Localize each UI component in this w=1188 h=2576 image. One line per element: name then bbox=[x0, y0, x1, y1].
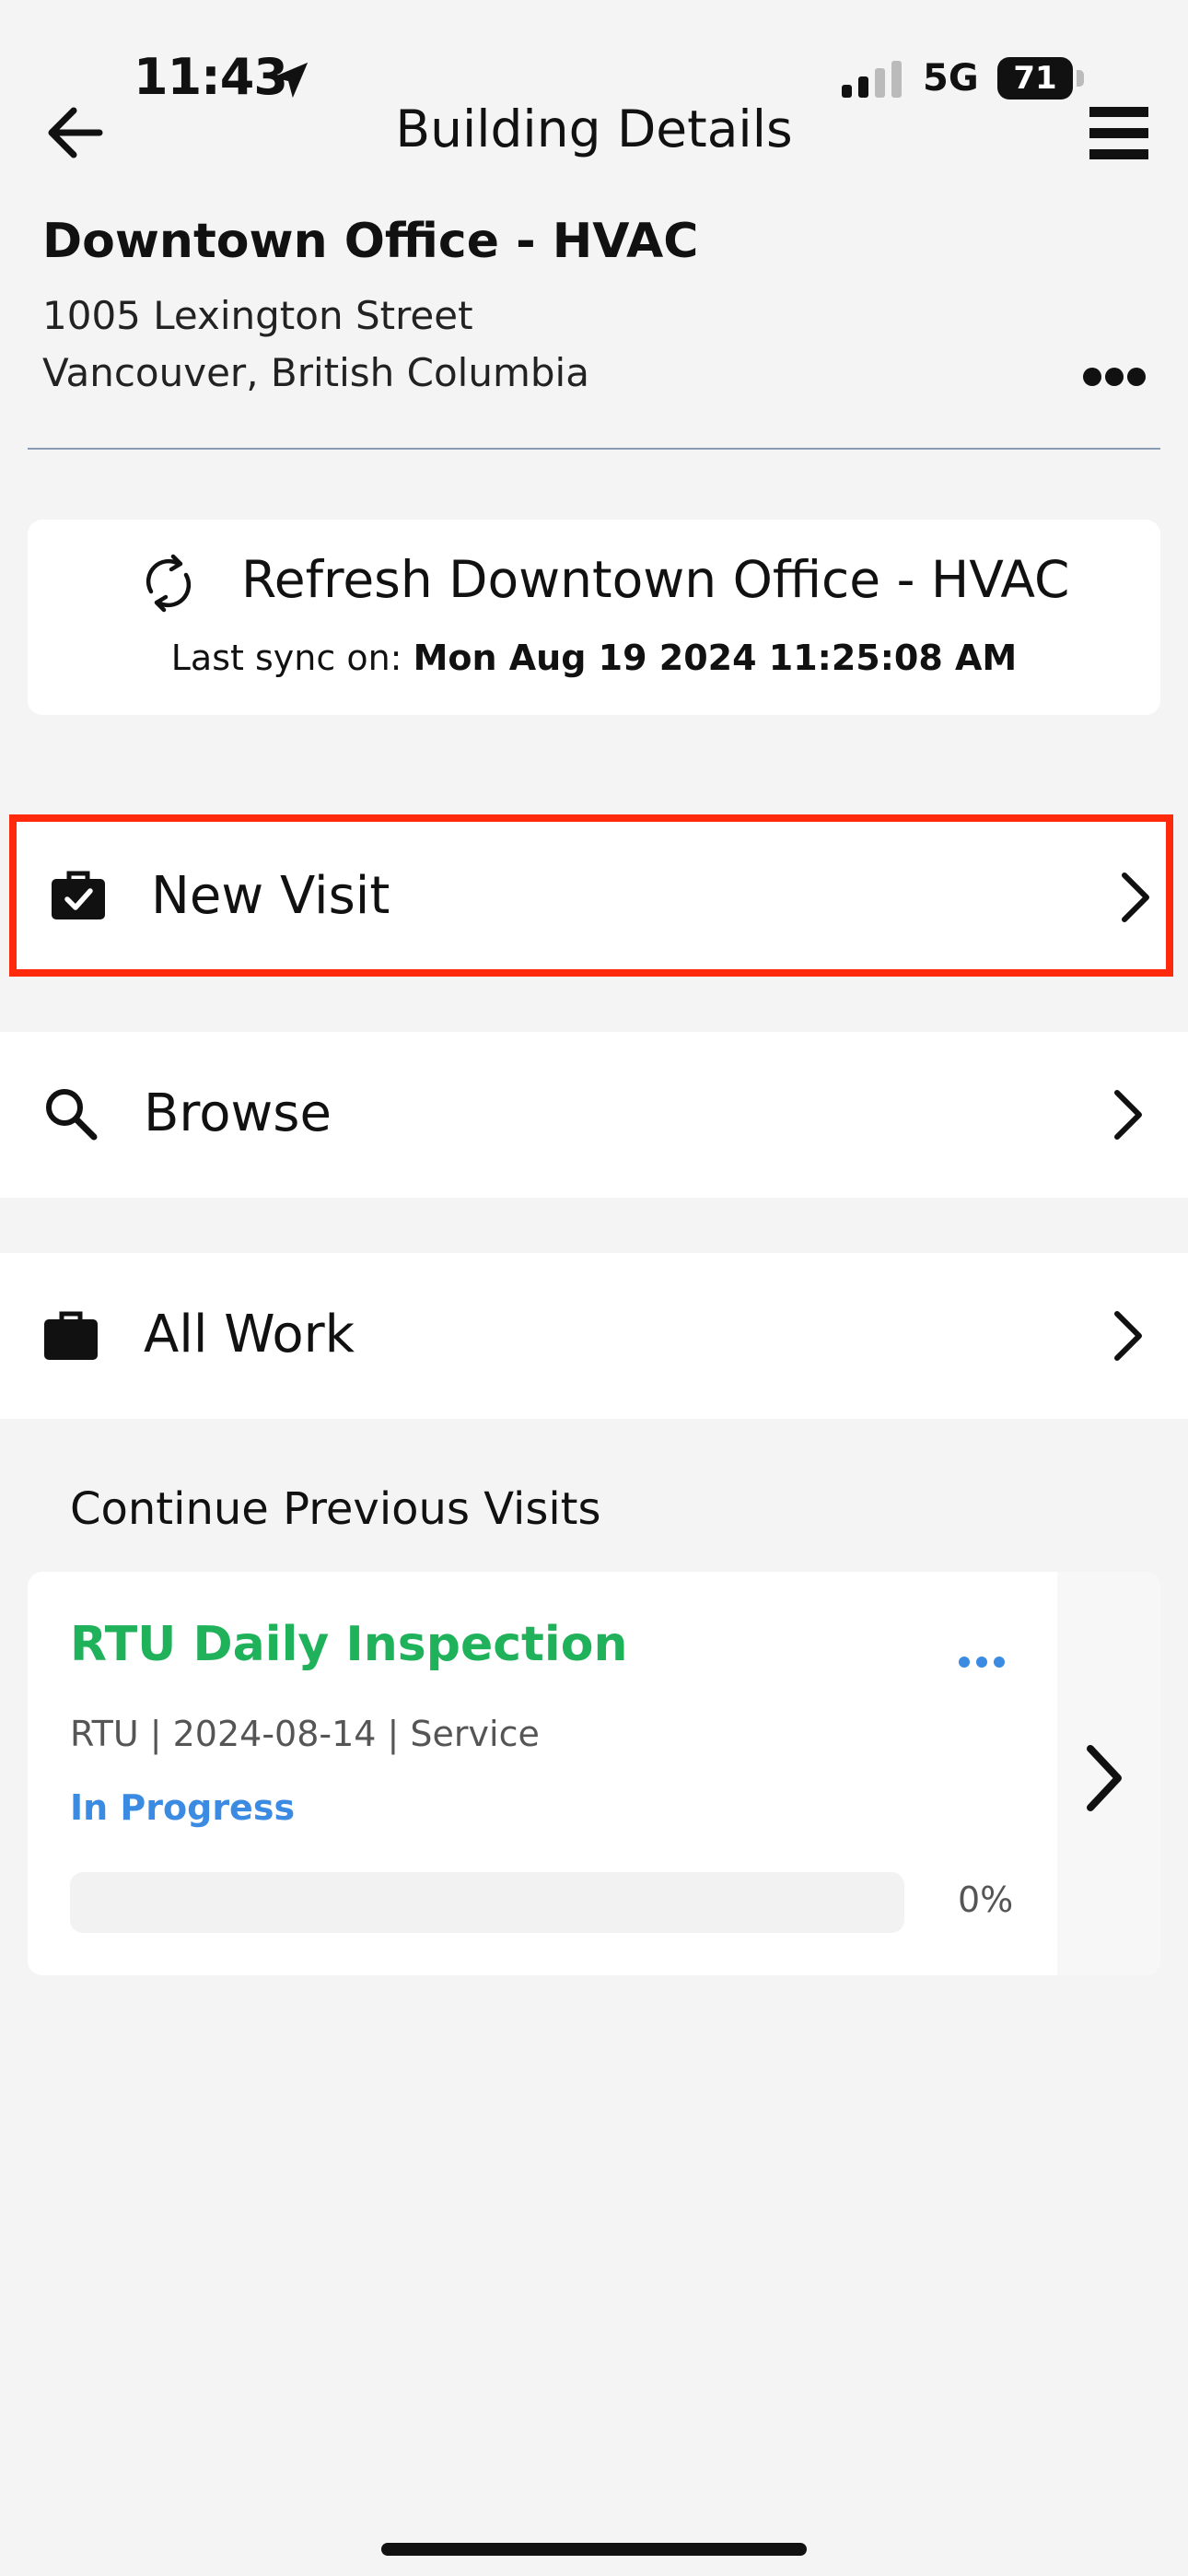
address-line-2: Vancouver, British Columbia bbox=[42, 350, 589, 395]
visit-meta: RTU | 2024-08-14 | Service bbox=[70, 1714, 540, 1754]
battery-level: 71 bbox=[997, 57, 1073, 100]
all-work-row[interactable]: All Work bbox=[0, 1253, 1188, 1419]
last-sync-prefix: Last sync on: bbox=[170, 638, 402, 678]
briefcase-icon bbox=[44, 1311, 98, 1360]
chevron-right-icon bbox=[1114, 1090, 1142, 1140]
section-title-previous-visits: Continue Previous Visits bbox=[70, 1483, 601, 1535]
cellular-signal-icon bbox=[842, 61, 902, 98]
hamburger-menu-icon[interactable] bbox=[1089, 105, 1148, 162]
network-type: 5G bbox=[923, 57, 979, 100]
browse-label: Browse bbox=[144, 1083, 332, 1143]
visit-more-options-icon[interactable] bbox=[958, 1655, 1006, 1669]
chevron-right-icon bbox=[1114, 1311, 1142, 1361]
location-arrow-icon bbox=[272, 62, 309, 99]
refresh-icon bbox=[146, 554, 192, 613]
building-name: Downtown Office - HVAC bbox=[42, 214, 699, 269]
more-options-icon[interactable] bbox=[1082, 365, 1147, 389]
search-icon bbox=[46, 1089, 98, 1141]
address-line-1: 1005 Lexington Street bbox=[42, 293, 473, 338]
briefcase-check-icon bbox=[52, 871, 105, 919]
chevron-right-icon bbox=[1122, 872, 1149, 922]
visit-title[interactable]: RTU Daily Inspection bbox=[70, 1617, 627, 1672]
header-divider bbox=[28, 448, 1160, 450]
last-sync-value: Mon Aug 19 2024 11:25:08 AM bbox=[413, 638, 1018, 678]
battery-icon: 71 bbox=[997, 57, 1086, 100]
page-title: Building Details bbox=[395, 100, 793, 158]
chevron-right-icon[interactable] bbox=[1081, 1741, 1127, 1815]
refresh-label[interactable]: Refresh Downtown Office - HVAC bbox=[241, 550, 1069, 609]
visit-status-badge: In Progress bbox=[70, 1787, 296, 1828]
refresh-card[interactable] bbox=[28, 520, 1160, 715]
home-indicator[interactable] bbox=[381, 2543, 807, 2556]
visit-progress-percent: 0% bbox=[958, 1879, 1014, 1920]
status-time: 11:43 bbox=[134, 48, 288, 106]
all-work-label: All Work bbox=[144, 1305, 355, 1364]
browse-row[interactable]: Browse bbox=[0, 1032, 1188, 1198]
last-sync-text: Last sync on: Mon Aug 19 2024 11:25:08 A… bbox=[0, 638, 1188, 678]
visit-progress-bar bbox=[70, 1872, 904, 1933]
new-visit-label: New Visit bbox=[151, 866, 390, 926]
new-visit-row[interactable]: New Visit bbox=[9, 814, 1173, 977]
